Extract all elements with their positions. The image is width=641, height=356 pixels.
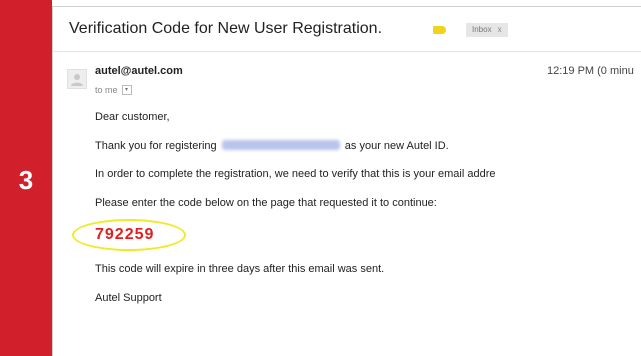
- chevron-down-icon[interactable]: ▾: [121, 84, 132, 95]
- step-number: 3: [18, 165, 34, 195]
- recipient-text: to me: [95, 85, 118, 95]
- thanks-line: Thank you for registering as your new Au…: [95, 140, 449, 152]
- email-timestamp: 12:19 PM (0 minu: [547, 65, 634, 77]
- thanks-text-before: Thank you for registering: [95, 140, 217, 152]
- instruction-line: Please enter the code below on the page …: [95, 197, 437, 209]
- remove-label-icon[interactable]: x: [498, 25, 502, 34]
- email-subject: Verification Code for New User Registrat…: [69, 20, 383, 37]
- expiry-line: This code will expire in three days afte…: [95, 263, 385, 275]
- inbox-label-chip[interactable]: Inbox x: [466, 23, 508, 37]
- person-icon: [67, 69, 87, 89]
- email-header: Verification Code for New User Registrat…: [53, 7, 641, 52]
- step-sidebar: 3: [0, 0, 52, 356]
- signature-line: Autel Support: [95, 292, 162, 304]
- important-label-icon[interactable]: [433, 26, 446, 34]
- redacted-email: [221, 140, 340, 151]
- sender-address[interactable]: autel@autel.com: [95, 65, 183, 77]
- thanks-text-after: as your new Autel ID.: [344, 140, 449, 152]
- email-view: Verification Code for New User Registrat…: [52, 6, 641, 356]
- verify-line: In order to complete the registration, w…: [95, 168, 496, 180]
- verification-code[interactable]: 792259: [95, 226, 154, 244]
- inbox-label-text: Inbox: [472, 25, 492, 34]
- greeting-line: Dear customer,: [95, 111, 170, 123]
- recipient-line: to me ▾: [95, 84, 132, 96]
